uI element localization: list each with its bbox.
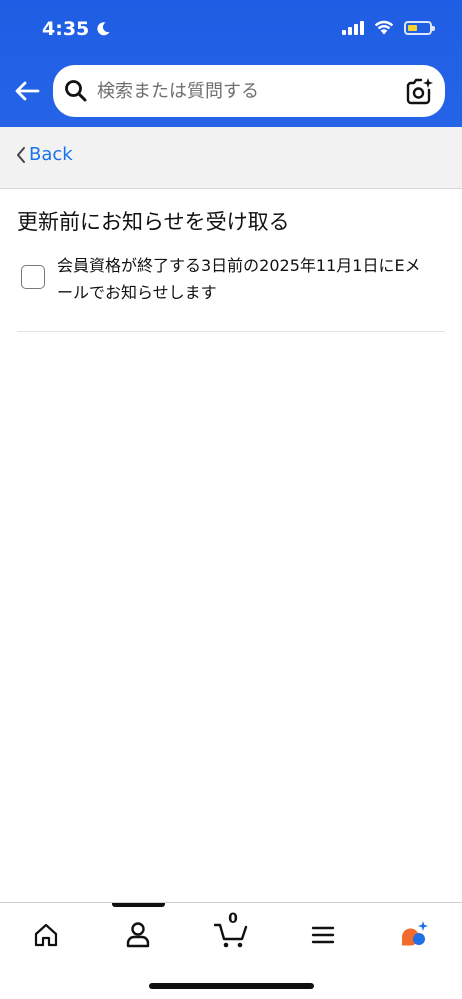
ai-assistant-icon	[402, 921, 428, 946]
search-icon	[65, 80, 87, 102]
nav-home[interactable]	[26, 917, 66, 953]
nav-selected-indicator	[112, 903, 165, 907]
back-link-label: Back	[29, 144, 73, 165]
status-time: 4:35	[42, 18, 111, 40]
nav-account[interactable]	[118, 917, 158, 953]
back-link[interactable]: Back	[15, 144, 73, 165]
battery-icon	[404, 20, 435, 35]
renewal-reminder-label[interactable]: 会員資格が終了する3日前の2025年11月1日にEメールでお知らせします	[57, 252, 432, 306]
cellular-signal-icon	[342, 20, 364, 35]
nav-menu[interactable]	[303, 917, 343, 953]
chevron-left-icon	[17, 146, 25, 163]
home-indicator[interactable]	[149, 983, 314, 989]
nav-ai-assistant[interactable]	[394, 917, 434, 953]
menu-icon	[311, 926, 335, 944]
renewal-reminder-checkbox[interactable]	[21, 265, 45, 289]
search-bar[interactable]	[53, 65, 445, 117]
back-arrow-icon[interactable]	[12, 76, 42, 106]
wifi-icon	[374, 20, 394, 35]
home-icon	[34, 923, 58, 947]
camera-lens-icon[interactable]	[405, 76, 435, 106]
back-bar: Back	[0, 127, 462, 189]
status-time-text: 4:35	[42, 18, 90, 40]
moon-icon	[97, 22, 110, 36]
battery-cap	[432, 25, 435, 31]
app-header: 4:35	[0, 0, 462, 127]
battery-level	[408, 24, 417, 31]
page-title: 更新前にお知らせを受け取る	[17, 210, 290, 234]
renewal-reminder-option[interactable]: 会員資格が終了する3日前の2025年11月1日にEメールでお知らせします	[21, 252, 446, 306]
screen: 4:35 検索または質問する Back 更新前にお知らせを受け取る 会員資格が終…	[0, 0, 462, 999]
section-divider	[17, 331, 445, 332]
person-icon	[126, 922, 150, 948]
cart-count-badge: 0	[228, 911, 238, 927]
search-input[interactable]	[97, 77, 397, 105]
status-icons	[342, 20, 435, 35]
